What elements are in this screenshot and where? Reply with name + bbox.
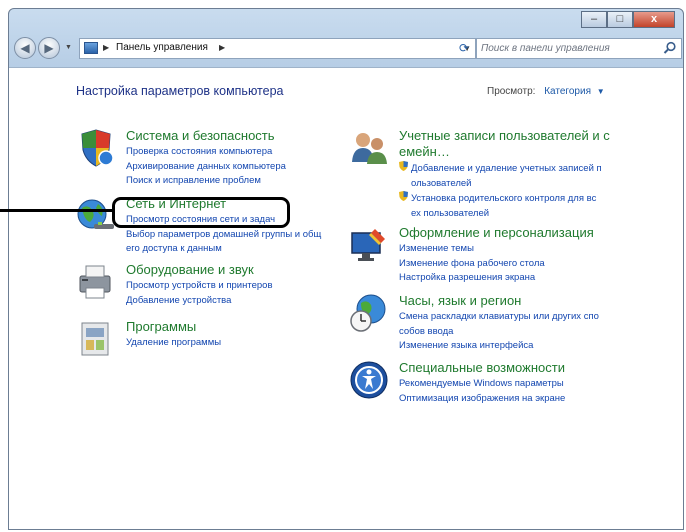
category-clock-language-region: Часы, язык и регион Смена раскладки клав… — [349, 293, 669, 353]
link-change-theme[interactable]: Изменение темы — [399, 242, 545, 257]
link-devices-printers[interactable]: Просмотр устройств и принтеров — [126, 279, 273, 294]
refresh-button[interactable]: ⟳ — [454, 38, 474, 59]
category-links: Удаление программы — [126, 336, 221, 351]
category-system-security: Система и безопасность Проверка состояни… — [76, 128, 356, 194]
category-links: Смена раскладки клавиатуры или других сп… — [399, 310, 599, 354]
category-links: Добавление и удаление учетных записей п … — [399, 161, 602, 221]
search-box[interactable] — [476, 38, 682, 59]
shield-icon[interactable] — [76, 128, 116, 168]
category-title-line1[interactable]: Учетные записи пользователей и с — [399, 128, 610, 143]
category-links: Просмотр устройств и принтеров Добавлени… — [126, 279, 273, 308]
category-title[interactable]: Оборудование и звук — [126, 262, 254, 278]
uac-shield-icon — [399, 161, 409, 177]
printer-icon[interactable] — [76, 262, 116, 302]
link-keyboard-layout-cont[interactable]: собов ввода — [399, 325, 599, 340]
link-parental-controls[interactable]: Установка родительского контроля для вс — [399, 191, 602, 207]
category-title[interactable]: Программы — [126, 319, 196, 335]
link-add-device[interactable]: Добавление устройства — [126, 294, 273, 309]
link-check-computer-status[interactable]: Проверка состояния компьютера — [126, 145, 286, 160]
category-hardware-sound: Оборудование и звук Просмотр устройств и… — [76, 262, 356, 312]
category-links: Рекомендуемые Windows параметры Оптимиза… — [399, 377, 565, 406]
category-title-line2[interactable]: емейн… — [399, 144, 450, 159]
callout-highlight-box — [112, 197, 290, 228]
uac-shield-icon — [399, 191, 409, 207]
programs-icon[interactable] — [76, 319, 116, 359]
link-screen-resolution[interactable]: Настройка разрешения экрана — [399, 271, 545, 286]
maximize-button[interactable]: □ — [607, 11, 633, 28]
category-title[interactable]: Специальные возможности — [399, 360, 565, 376]
link-optimize-display[interactable]: Оптимизация изображения на экране — [399, 392, 565, 407]
search-input[interactable] — [481, 40, 661, 57]
breadcrumb-control-panel[interactable]: Панель управления — [116, 42, 208, 53]
link-text[interactable]: Установка родительского контроля для вс — [411, 193, 596, 204]
link-recommended-settings[interactable]: Рекомендуемые Windows параметры — [399, 377, 565, 392]
forward-button[interactable]: ▶ — [38, 37, 60, 59]
dropdown-arrow-icon[interactable]: ▼ — [597, 87, 605, 96]
link-display-language[interactable]: Изменение языка интерфейса — [399, 339, 599, 354]
view-mode-dropdown[interactable]: Категория — [544, 86, 591, 97]
forward-arrow-icon: ▶ — [44, 41, 54, 55]
link-add-remove-accounts[interactable]: Добавление и удаление учетных записей п — [399, 161, 602, 177]
link-uninstall-program[interactable]: Удаление программы — [126, 336, 221, 351]
globe-network-icon[interactable] — [76, 196, 116, 236]
control-panel-icon — [84, 42, 98, 54]
caption-buttons: – □ x — [581, 11, 675, 28]
control-panel-window: – □ x ◀ ▶ ▼ ▶ Панель управления ▶ ▼ ⟳ По… — [8, 8, 684, 530]
address-field[interactable]: ▶ Панель управления ▶ ▼ — [79, 38, 476, 59]
minimize-button[interactable]: – — [581, 11, 607, 28]
clock-globe-icon[interactable] — [349, 293, 389, 333]
back-button[interactable]: ◀ — [14, 37, 36, 59]
category-title[interactable]: Оформление и персонализация — [399, 225, 594, 241]
accessibility-icon[interactable] — [349, 360, 389, 400]
back-arrow-icon: ◀ — [20, 41, 30, 55]
breadcrumb-expand-icon[interactable]: ▶ — [219, 43, 225, 52]
callout-pointer-line — [0, 209, 114, 212]
page-title: Настройка параметров компьютера — [76, 84, 284, 98]
category-ease-of-access: Специальные возможности Рекомендуемые Wi… — [349, 360, 669, 410]
link-change-background[interactable]: Изменение фона рабочего стола — [399, 257, 545, 272]
view-selector: Просмотр: Категория ▼ — [487, 86, 605, 97]
link-backup[interactable]: Архивирование данных компьютера — [126, 160, 286, 175]
link-troubleshoot[interactable]: Поиск и исправление проблем — [126, 174, 286, 189]
category-title[interactable]: Учетные записи пользователей и с емейн… — [399, 128, 610, 160]
main-content: Настройка параметров компьютера Просмотр… — [9, 67, 683, 529]
category-links: Изменение темы Изменение фона рабочего с… — [399, 242, 545, 286]
view-label: Просмотр: — [487, 86, 536, 97]
category-title[interactable]: Система и безопасность — [126, 128, 275, 144]
recent-pages-dropdown[interactable]: ▼ — [65, 44, 72, 51]
category-programs: Программы Удаление программы — [76, 319, 356, 359]
category-links: Проверка состояния компьютера Архивирова… — [126, 145, 286, 189]
close-button[interactable]: x — [633, 11, 675, 28]
monitor-paint-icon[interactable] — [349, 225, 389, 265]
search-icon[interactable] — [663, 41, 677, 55]
link-add-remove-accounts-cont[interactable]: ользователей — [411, 177, 602, 192]
category-user-accounts: Учетные записи пользователей и с емейн… … — [349, 128, 669, 221]
link-parental-controls-cont[interactable]: ех пользователей — [411, 207, 602, 222]
category-title[interactable]: Часы, язык и регион — [399, 293, 521, 309]
category-appearance: Оформление и персонализация Изменение те… — [349, 225, 669, 285]
users-icon[interactable] — [349, 128, 389, 168]
breadcrumb-separator-icon[interactable]: ▶ — [103, 43, 109, 52]
link-text[interactable]: Добавление и удаление учетных записей п — [411, 163, 602, 174]
link-homegroup-sharing-cont[interactable]: его доступа к данным — [126, 242, 321, 257]
link-keyboard-layout[interactable]: Смена раскладки клавиатуры или других сп… — [399, 310, 599, 325]
link-homegroup-sharing[interactable]: Выбор параметров домашней группы и общ — [126, 228, 321, 243]
refresh-icon: ⟳ — [458, 41, 470, 55]
navigation-bar: ◀ ▶ ▼ ▶ Панель управления ▶ ▼ ⟳ — [9, 35, 683, 65]
